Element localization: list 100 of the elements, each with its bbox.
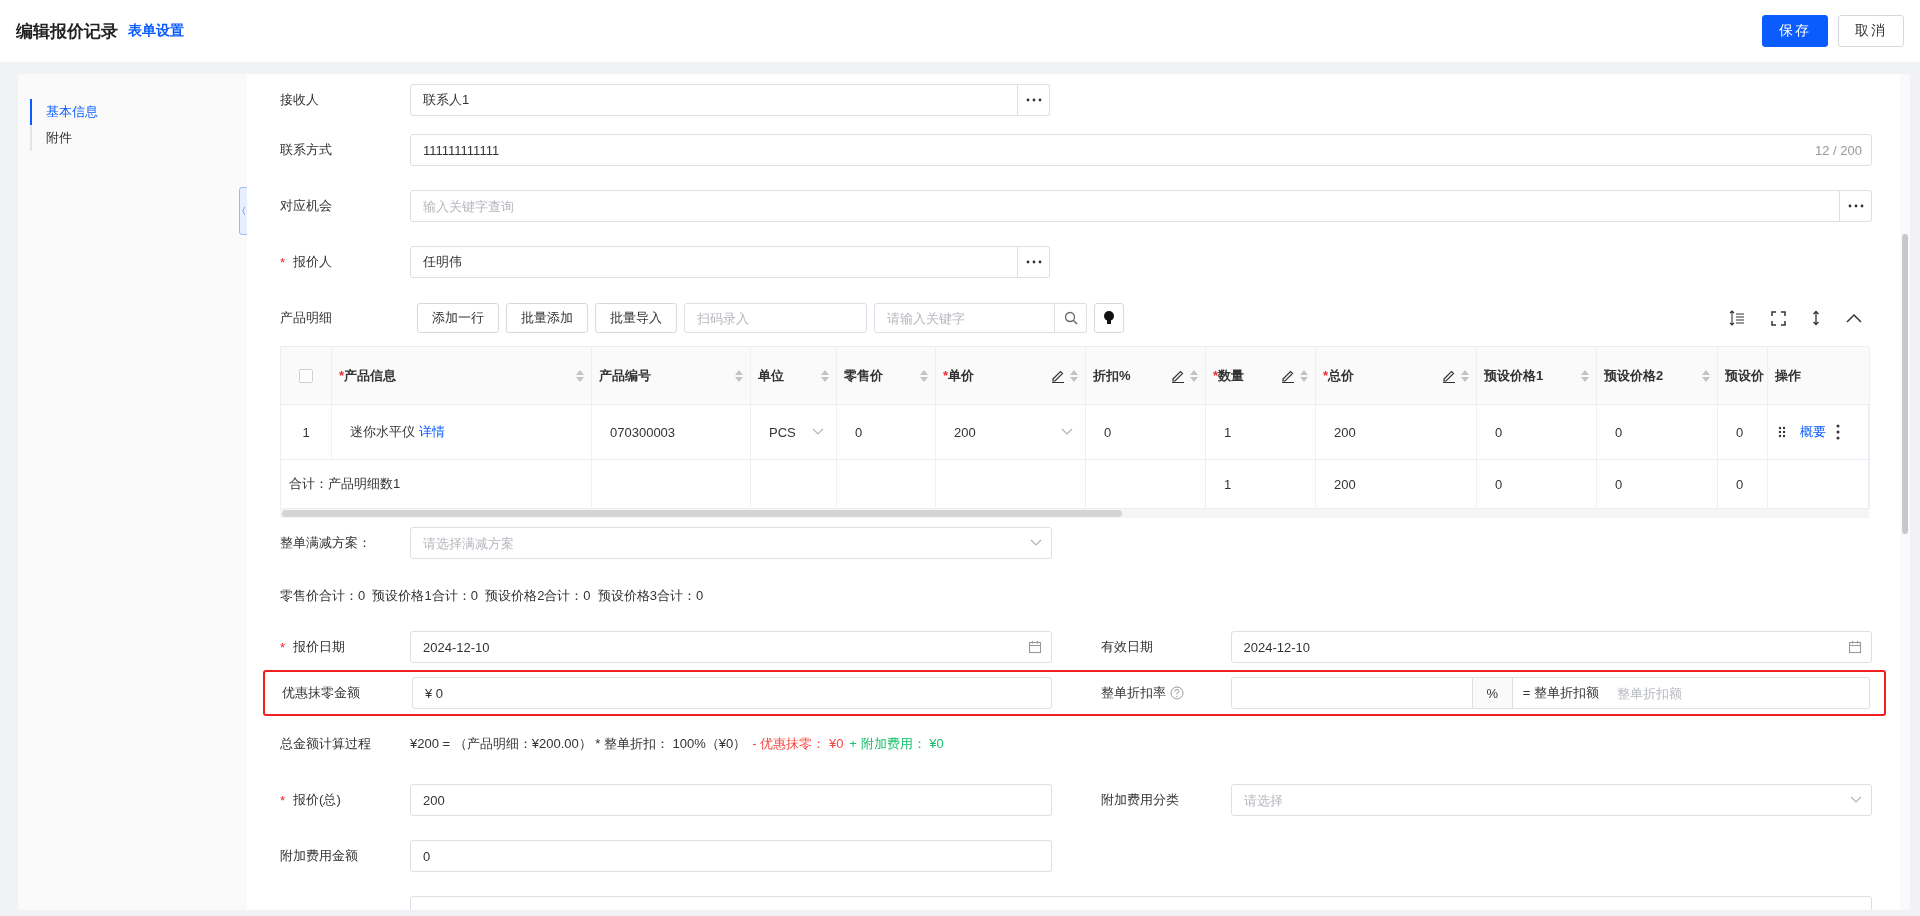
char-counter: 12 / 200 [1815, 142, 1862, 158]
search-button[interactable] [1055, 303, 1087, 333]
checkbox[interactable] [299, 368, 313, 383]
lightbulb-icon [1103, 310, 1115, 326]
table-cell: 0 [1495, 476, 1503, 492]
input-field[interactable]: 0 [410, 840, 1052, 872]
field-label: 整单满减方案： [280, 534, 371, 552]
search-field[interactable]: 请输入关键字 [874, 303, 1055, 333]
calculation-text: ¥200 = （产品明细：¥200.00） * 整单折扣： 100%（¥0） [410, 735, 747, 753]
field-label: 对应机会 [280, 197, 332, 215]
form-settings-link[interactable]: 表单设置 [128, 22, 184, 40]
column-header[interactable]: 数量 [1218, 367, 1245, 383]
chevron-up-icon[interactable] [1846, 313, 1862, 323]
more-button[interactable] [1018, 246, 1050, 278]
date-field[interactable]: 2024-12-10 [410, 631, 1052, 663]
field-label: 优惠抹零金额 [282, 684, 360, 702]
pencil-icon[interactable] [1442, 368, 1456, 383]
column-header[interactable]: 产品信息 [344, 367, 397, 383]
field-label: 报价日期 [293, 638, 346, 656]
field-label: 有效日期 [1100, 638, 1153, 656]
field-label: 附加费用分类 [1100, 791, 1179, 809]
totals-summary: 零售价合计：0 预设价格1合计：0 预设价格2合计：0 预设价格3合计：0 [280, 587, 704, 605]
more-icon [1847, 204, 1864, 208]
chevron-down-icon [1850, 796, 1862, 804]
select-field[interactable]: 请选择满减方案 [410, 527, 1052, 559]
table-cell: 0 [1736, 424, 1744, 440]
table-cell: 070300003 [610, 424, 676, 440]
input-field[interactable]: 联系人1 [410, 84, 1018, 116]
input-field[interactable]: 输入关键字查询 [410, 190, 1840, 222]
summary-link[interactable]: 概要 [1800, 423, 1826, 441]
field-label: 接收人 [280, 91, 319, 109]
pencil-icon[interactable] [1171, 368, 1185, 383]
column-header[interactable]: 零售价 [844, 367, 883, 383]
calculation-text: + 附加费用： ¥0 [849, 735, 944, 753]
scrollbar-thumb[interactable] [1902, 234, 1908, 534]
product-name: 迷你水平仪 [350, 423, 415, 441]
sort-icon[interactable] [734, 368, 744, 383]
row-height-icon[interactable] [1729, 310, 1745, 326]
more-vertical-icon[interactable] [1836, 424, 1840, 440]
search-icon [1063, 311, 1078, 325]
pencil-icon[interactable] [1051, 368, 1065, 383]
drag-handle-icon[interactable] [1778, 426, 1786, 438]
save-button[interactable]: 保存 [1762, 15, 1828, 47]
field-label: 总金额计算过程 [280, 735, 372, 753]
chevron-down-icon [1061, 428, 1073, 436]
select-field[interactable]: 请选择 [1230, 784, 1872, 816]
column-header[interactable]: 预设价格1 [1484, 367, 1544, 383]
more-button[interactable] [1018, 84, 1050, 116]
sort-icon[interactable] [820, 368, 830, 383]
select-value[interactable]: 200 [954, 424, 976, 440]
toolbar-button[interactable]: 添加一行 [417, 303, 499, 333]
scrollbar-thumb[interactable] [282, 510, 1122, 517]
column-header[interactable]: 单位 [758, 367, 784, 383]
sort-icon[interactable] [1580, 368, 1590, 383]
toolbar-button[interactable]: 批量导入 [595, 303, 677, 333]
discount-amount-field[interactable]: = 整单折扣额 整单折扣额 [1512, 677, 1870, 709]
column-header[interactable]: 折扣% [1093, 367, 1131, 383]
table-cell: 0 [1615, 424, 1623, 440]
page-title: 编辑报价记录 [16, 20, 118, 43]
details-link[interactable]: 详情 [419, 423, 445, 441]
cancel-button[interactable]: 取消 [1838, 15, 1904, 47]
required-mark: * [280, 254, 286, 270]
required-mark: * [339, 367, 345, 383]
calendar-icon[interactable] [1848, 640, 1862, 654]
discount-rate-field[interactable] [1230, 677, 1473, 709]
select-value[interactable]: PCS [769, 424, 796, 440]
input-field[interactable]: 200 [410, 784, 1052, 816]
column-header[interactable]: 产品编号 [599, 367, 651, 383]
more-icon [1025, 260, 1042, 264]
sort-icon[interactable] [575, 368, 585, 383]
fullscreen-icon[interactable] [1771, 310, 1786, 326]
column-header[interactable]: 总价 [1328, 367, 1355, 383]
field-label: 附加费用金额 [280, 847, 358, 865]
date-field[interactable]: 2024-12-10 [1230, 631, 1872, 663]
chevron-down-icon [1029, 539, 1042, 547]
sort-icon[interactable] [1701, 368, 1711, 383]
toolbar-button[interactable]: 批量添加 [506, 303, 588, 333]
required-mark: * [943, 367, 949, 383]
column-header[interactable]: 操作 [1775, 367, 1801, 383]
field-label: 整单折扣率 [1100, 684, 1166, 702]
amount-label: = 整单折扣额 [1522, 684, 1600, 702]
table-cell: 200 [1334, 476, 1356, 492]
input-field[interactable]: ¥ 0 [412, 677, 1052, 709]
sort-icon[interactable] [919, 368, 929, 383]
column-header[interactable]: 预设价格2 [1604, 367, 1664, 383]
calendar-icon[interactable] [1027, 640, 1042, 654]
column-header[interactable]: 单价 [948, 367, 975, 383]
input-field[interactable]: 任明伟 [410, 246, 1018, 278]
tips-button[interactable] [1094, 303, 1124, 333]
required-mark: * [1213, 367, 1219, 383]
table-cell: 1 [1224, 476, 1232, 492]
expand-vertical-icon[interactable] [1812, 310, 1820, 326]
more-button[interactable] [1840, 190, 1872, 222]
scan-input-field[interactable]: 扫码录入 [684, 303, 867, 333]
table-cell: 0 [855, 424, 863, 440]
chevron-down-icon [812, 428, 824, 436]
table-cell: 0 [1495, 424, 1503, 440]
help-icon[interactable] [1169, 686, 1184, 700]
required-mark: * [280, 792, 286, 808]
pencil-icon[interactable] [1281, 368, 1295, 383]
